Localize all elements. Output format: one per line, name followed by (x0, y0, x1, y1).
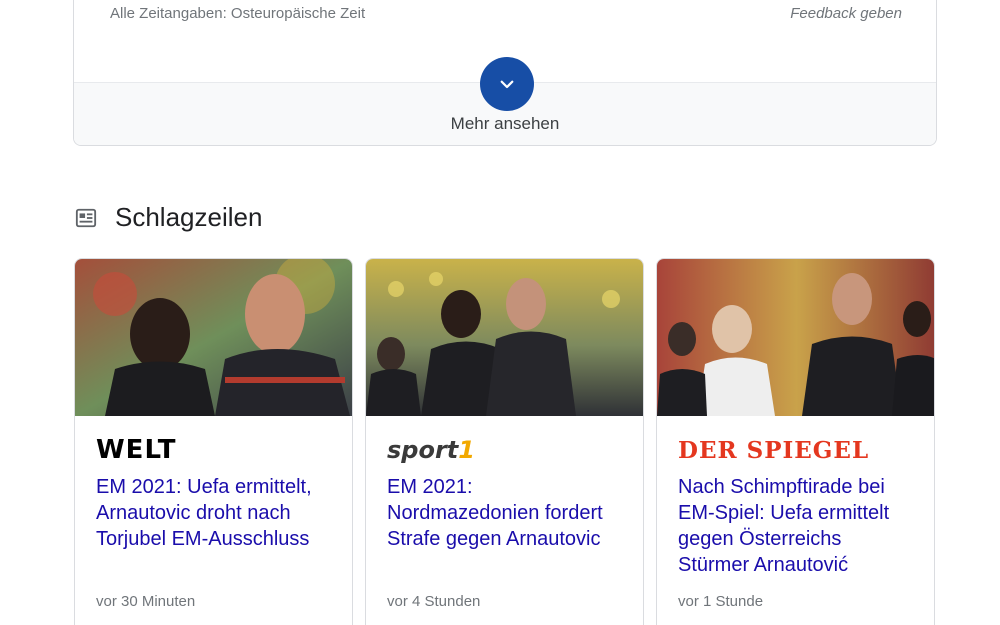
chevron-down-icon (500, 80, 514, 89)
article-thumbnail[interactable] (657, 259, 934, 416)
news-card[interactable]: DER SPIEGEL Nach Schimpftirade bei EM-Sp… (656, 258, 935, 625)
article-headline[interactable]: EM 2021: Uefa ermittelt, Arnautovic droh… (96, 474, 331, 578)
source-name: DER SPIEGEL (678, 436, 870, 464)
source-logo: DER SPIEGEL (678, 436, 913, 464)
article-time: vor 1 Stunde (678, 593, 764, 610)
article-headline[interactable]: Nach Schimpftirade bei EM-Spiel: Uefa er… (678, 474, 913, 578)
article-photo (657, 259, 934, 416)
source-logo: sport1 (387, 436, 622, 464)
article-time: vor 30 Minuten (96, 593, 196, 610)
article-photo (75, 259, 352, 416)
news-card[interactable]: WELT EM 2021: Uefa ermittelt, Arnautovic… (74, 258, 353, 625)
article-time: vor 4 Stunden (387, 593, 481, 610)
source-logo: WELT (96, 435, 331, 465)
article-thumbnail[interactable] (366, 259, 643, 416)
source-name-text: sport (387, 436, 459, 464)
newspaper-icon (75, 208, 97, 227)
headlines-header: Schlagzeilen (75, 202, 262, 233)
article-photo (366, 259, 643, 416)
source-name: WELT (96, 435, 177, 465)
results-card: Alle Zeitangaben: Osteuropäische Zeit Fe… (73, 0, 937, 146)
article-thumbnail[interactable] (75, 259, 352, 416)
feedback-link[interactable]: Feedback geben (790, 5, 902, 22)
source-name: sport1 (387, 436, 475, 464)
news-card[interactable]: sport1 EM 2021: Nordmazedonien fordert S… (365, 258, 644, 625)
timezone-note: Alle Zeitangaben: Osteuropäische Zeit (110, 5, 366, 22)
more-label[interactable]: Mehr ansehen (74, 114, 936, 134)
article-headline[interactable]: EM 2021: Nordmazedonien fordert Strafe g… (387, 474, 622, 578)
source-name-suffix: 1 (458, 436, 475, 464)
more-button[interactable] (480, 57, 534, 111)
section-title: Schlagzeilen (115, 202, 263, 232)
